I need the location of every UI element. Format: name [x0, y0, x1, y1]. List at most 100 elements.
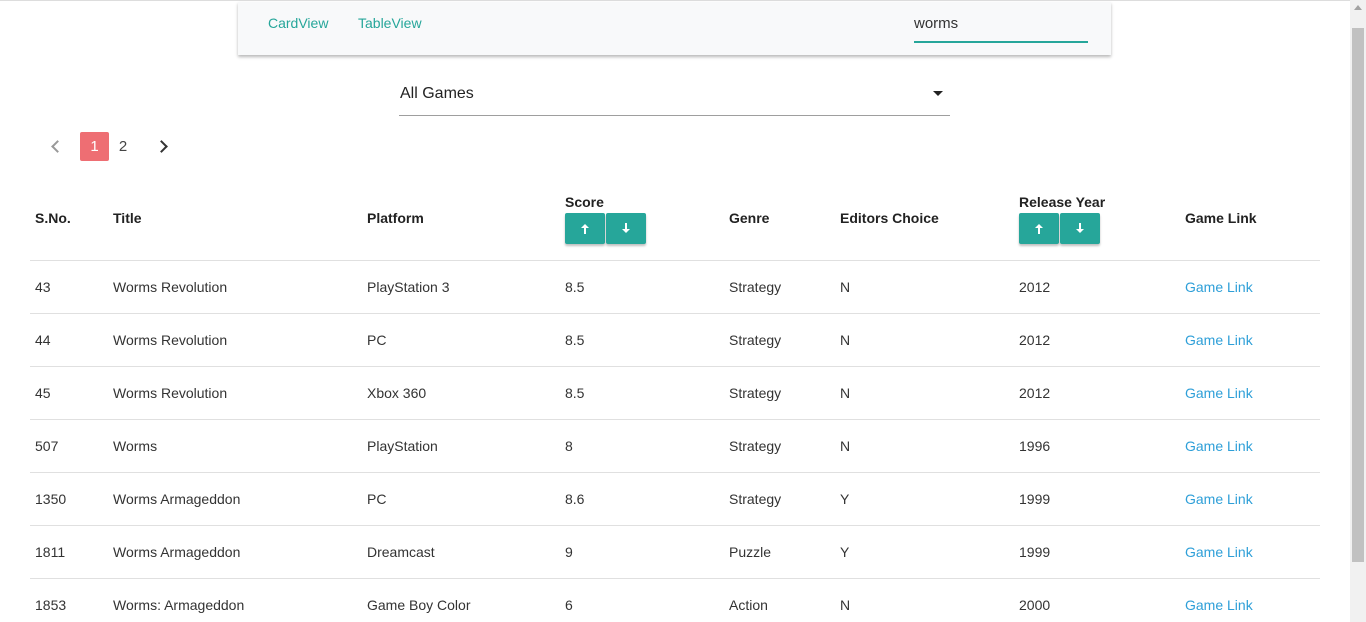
cell-platform: Xbox 360 — [367, 385, 427, 401]
prev-page-button[interactable] — [44, 132, 66, 161]
year-sort-desc-button[interactable] — [1060, 213, 1100, 244]
tab-tableview[interactable]: TableView — [358, 15, 422, 31]
chevron-left-icon — [50, 140, 64, 153]
top-divider — [0, 0, 1350, 1]
cell-score: 8.5 — [565, 385, 585, 401]
tab-cardview[interactable]: CardView — [268, 15, 328, 31]
scrollbar-thumb[interactable] — [1352, 28, 1364, 562]
cell-release-year: 1996 — [1019, 438, 1051, 454]
table-row: 1350 Worms Armageddon PC 8.6 Strategy Y … — [30, 473, 1320, 526]
cell-sno: 507 — [35, 438, 59, 454]
cell-score: 8.5 — [565, 332, 585, 348]
cell-score: 8.6 — [565, 491, 585, 507]
cell-score: 8 — [565, 438, 573, 454]
game-link[interactable]: Game Link — [1185, 332, 1253, 348]
cell-genre: Strategy — [729, 385, 782, 401]
cell-release-year: 1999 — [1019, 491, 1051, 507]
cell-genre: Puzzle — [729, 544, 772, 560]
cell-editors-choice: N — [840, 279, 851, 295]
header-genre: Genre — [729, 210, 770, 226]
cell-sno: 1853 — [35, 597, 67, 613]
cell-genre: Action — [729, 597, 768, 613]
header-sno: S.No. — [35, 210, 71, 226]
table-row: 1853 Worms: Armageddon Game Boy Color 6 … — [30, 579, 1320, 622]
game-link[interactable]: Game Link — [1185, 279, 1253, 295]
game-link[interactable]: Game Link — [1185, 491, 1253, 507]
cell-platform: Game Boy Color — [367, 597, 471, 613]
cell-title: Worms — [113, 438, 158, 454]
cell-release-year: 1999 — [1019, 544, 1051, 560]
header-game-link: Game Link — [1185, 210, 1257, 226]
game-filter-select[interactable]: All Games — [399, 78, 950, 116]
game-link[interactable]: Game Link — [1185, 544, 1253, 560]
cell-genre: Strategy — [729, 332, 782, 348]
cell-score: 6 — [565, 597, 573, 613]
select-value: All Games — [400, 85, 474, 102]
caret-down-icon — [933, 91, 943, 96]
cell-platform: PC — [367, 491, 387, 507]
cell-release-year: 2012 — [1019, 385, 1051, 401]
arrow-up-icon — [1035, 224, 1043, 234]
header-platform: Platform — [367, 210, 424, 226]
cell-editors-choice: N — [840, 597, 851, 613]
score-sort-desc-button[interactable] — [606, 213, 646, 244]
game-link[interactable]: Game Link — [1185, 438, 1253, 454]
game-link[interactable]: Game Link — [1185, 597, 1253, 613]
arrow-up-icon — [581, 224, 589, 234]
cell-sno: 43 — [35, 279, 51, 295]
cell-title: Worms Revolution — [113, 332, 228, 348]
cell-genre: Strategy — [729, 438, 782, 454]
table-row: 43 Worms Revolution PlayStation 3 8.5 St… — [30, 261, 1320, 314]
header-release-year: Release Year — [1019, 194, 1106, 210]
cell-sno: 1811 — [35, 544, 66, 560]
cell-editors-choice: N — [840, 438, 851, 454]
cell-release-year: 2000 — [1019, 597, 1051, 613]
cell-sno: 1350 — [35, 491, 67, 507]
cell-release-year: 2012 — [1019, 279, 1051, 295]
cell-score: 8.5 — [565, 279, 585, 295]
score-sort-asc-button[interactable] — [565, 213, 605, 244]
cell-genre: Strategy — [729, 491, 782, 507]
cell-platform: Dreamcast — [367, 544, 435, 560]
cell-title: Worms Revolution — [113, 385, 228, 401]
table-row: 44 Worms Revolution PC 8.5 Strategy N 20… — [30, 314, 1320, 367]
cell-editors-choice: N — [840, 332, 851, 348]
table-row: 507 Worms PlayStation 8 Strategy N 1996 … — [30, 420, 1320, 473]
next-page-button[interactable] — [152, 132, 174, 161]
header-editors-choice: Editors Choice — [840, 210, 939, 226]
header-score: Score — [565, 194, 604, 210]
scroll-up-arrow-icon[interactable] — [1354, 5, 1362, 10]
cell-title: Worms Revolution — [113, 279, 228, 295]
score-sort-buttons — [565, 213, 646, 245]
arrow-down-icon — [1076, 223, 1084, 233]
cell-sno: 44 — [35, 332, 51, 348]
search-input[interactable] — [914, 10, 1088, 43]
table-row: 45 Worms Revolution Xbox 360 8.5 Strateg… — [30, 367, 1320, 420]
cell-platform: PlayStation — [367, 438, 438, 454]
cell-platform: PlayStation 3 — [367, 279, 450, 295]
cell-editors-choice: Y — [840, 544, 850, 560]
page-button-2[interactable]: 2 — [112, 132, 134, 161]
cell-editors-choice: N — [840, 385, 851, 401]
top-navbar: CardView TableView — [238, 2, 1111, 55]
vertical-scrollbar[interactable] — [1350, 0, 1366, 622]
cell-title: Worms Armageddon — [113, 544, 241, 560]
cell-title: Worms Armageddon — [113, 491, 241, 507]
cell-sno: 45 — [35, 385, 51, 401]
year-sort-asc-button[interactable] — [1019, 213, 1059, 244]
cell-genre: Strategy — [729, 279, 782, 295]
game-link[interactable]: Game Link — [1185, 385, 1253, 401]
cell-editors-choice: Y — [840, 491, 850, 507]
table-row: 1811 Worms Armageddon Dreamcast 9 Puzzle… — [30, 526, 1320, 579]
header-title: Title — [113, 210, 142, 226]
page-button-1[interactable]: 1 — [80, 132, 109, 161]
cell-title: Worms: Armageddon — [113, 597, 245, 613]
table-header: S.No. Title Platform Score Genre Editors… — [30, 186, 1320, 261]
cell-release-year: 2012 — [1019, 332, 1051, 348]
cell-score: 9 — [565, 544, 573, 560]
cell-platform: PC — [367, 332, 387, 348]
year-sort-buttons — [1019, 213, 1100, 245]
chevron-right-icon — [154, 140, 168, 153]
table-body: 43 Worms Revolution PlayStation 3 8.5 St… — [30, 261, 1320, 622]
arrow-down-icon — [622, 223, 630, 233]
